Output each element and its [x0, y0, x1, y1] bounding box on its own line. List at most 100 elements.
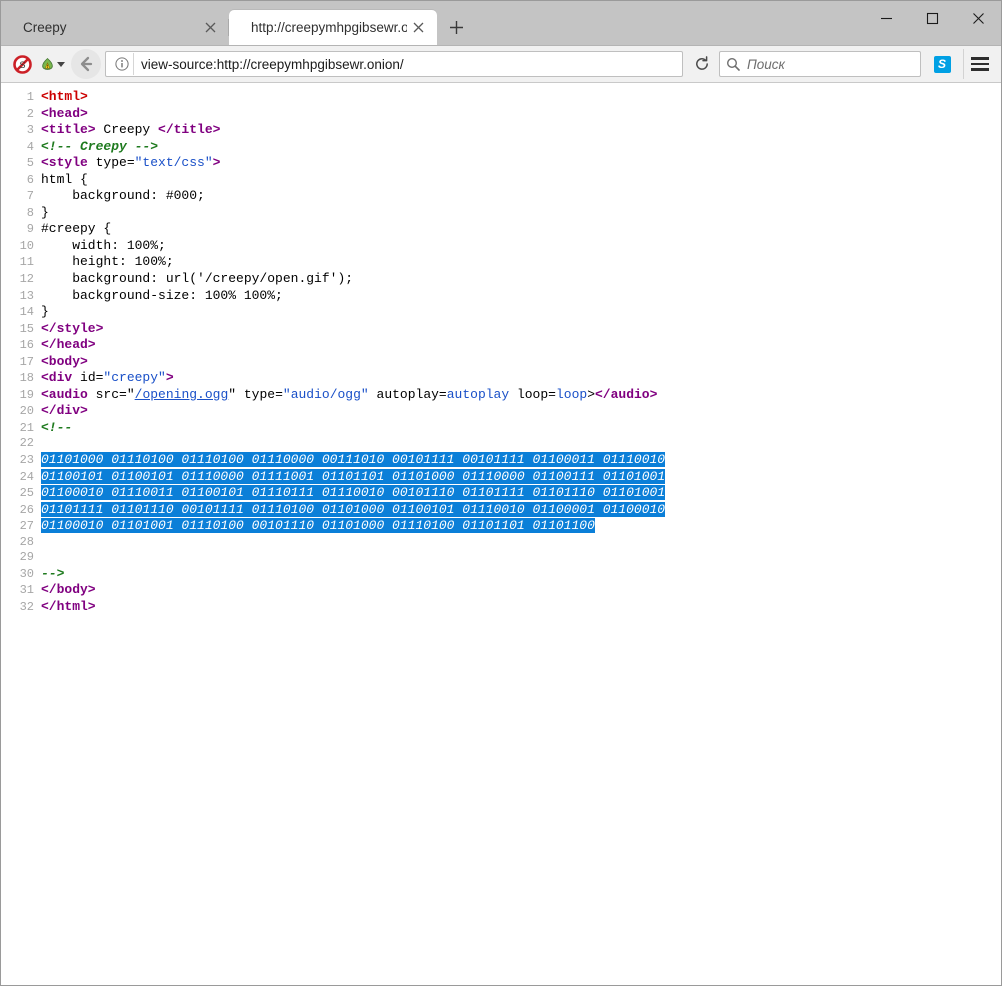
- site-identity-button[interactable]: [110, 53, 134, 75]
- selected-binary-text: 01101111 01101110 00101111 01110100 0110…: [41, 502, 665, 517]
- line-content: width: 100%;: [41, 238, 166, 254]
- navigation-toolbar: S: [1, 46, 1001, 83]
- source-text: #creepy {: [41, 221, 111, 236]
- noscript-icon: S: [13, 55, 32, 74]
- source-line: 20</div>: [1, 403, 1001, 420]
- source-line: 11 height: 100%;: [1, 254, 1001, 271]
- search-icon: [726, 57, 740, 71]
- source-token: <body>: [41, 354, 88, 369]
- line-content: </html>: [41, 599, 96, 615]
- line-number: 1: [1, 90, 41, 106]
- line-content: background-size: 100% 100%;: [41, 288, 283, 304]
- menu-button[interactable]: [963, 49, 995, 79]
- source-token: </body>: [41, 582, 96, 597]
- source-token: </audio>: [595, 387, 657, 402]
- selected-binary-text: 01100010 01101001 01110100 00101110 0110…: [41, 518, 595, 533]
- tab-close-icon[interactable]: [407, 17, 429, 39]
- source-comment: <!--: [41, 420, 72, 435]
- line-number: 5: [1, 156, 41, 172]
- url-text: view-source:http://creepymhpgibsewr.onio…: [141, 57, 680, 72]
- noscript-button[interactable]: S: [7, 49, 37, 79]
- source-token: <style: [41, 155, 96, 170]
- source-text: }: [41, 205, 49, 220]
- source-line: 32</html>: [1, 599, 1001, 616]
- source-token: </div>: [41, 403, 88, 418]
- source-text: ": [127, 387, 135, 402]
- hamburger-menu-icon: [971, 68, 989, 71]
- tab-creepy[interactable]: Creepy: [1, 10, 229, 45]
- source-token: <audio: [41, 387, 96, 402]
- source-line: 9#creepy {: [1, 221, 1001, 238]
- line-number: 19: [1, 388, 41, 404]
- source-text: }: [41, 304, 49, 319]
- source-text: type=: [236, 387, 283, 402]
- source-line: 29: [1, 550, 1001, 566]
- tab-close-icon[interactable]: [199, 17, 221, 39]
- source-token: </style>: [41, 321, 103, 336]
- reload-button[interactable]: [689, 51, 715, 77]
- info-circle-icon: [115, 57, 129, 71]
- source-line: 31</body>: [1, 582, 1001, 599]
- source-text: autoplay=: [369, 387, 447, 402]
- source-line: 13 background-size: 100% 100%;: [1, 288, 1001, 305]
- skype-button[interactable]: S: [927, 49, 957, 79]
- search-bar[interactable]: Поиск: [719, 51, 921, 77]
- line-content: <body>: [41, 354, 88, 370]
- source-text: type=: [96, 155, 135, 170]
- source-line: 12 background: url('/creepy/open.gif');: [1, 271, 1001, 288]
- line-number: 23: [1, 453, 41, 469]
- line-number: 17: [1, 355, 41, 371]
- onion-icon: [41, 54, 54, 74]
- back-button[interactable]: [71, 49, 101, 79]
- source-token: autoplay: [447, 387, 509, 402]
- url-bar[interactable]: view-source:http://creepymhpgibsewr.onio…: [105, 51, 683, 77]
- line-content: </body>: [41, 582, 96, 598]
- source-token: loop: [556, 387, 587, 402]
- tab-strip: Creepy http://creepymhpgibsewr.oni...: [1, 1, 1001, 46]
- plus-icon: [449, 20, 464, 35]
- line-number: 20: [1, 404, 41, 420]
- line-number: 7: [1, 189, 41, 205]
- skype-icon: S: [934, 56, 951, 73]
- line-content: <html>: [41, 89, 88, 105]
- source-code-view[interactable]: 1<html>2<head>3<title> Creepy </title>4<…: [1, 83, 1001, 986]
- source-line: 18<div id="creepy">: [1, 370, 1001, 387]
- minimize-button[interactable]: [863, 1, 909, 35]
- source-line: 14}: [1, 304, 1001, 321]
- line-number: 3: [1, 123, 41, 139]
- line-number: 31: [1, 583, 41, 599]
- source-token: </html>: [41, 599, 96, 614]
- svg-text:S: S: [19, 60, 25, 70]
- close-button[interactable]: [955, 1, 1001, 35]
- line-content: <title> Creepy </title>: [41, 122, 220, 138]
- line-content: </style>: [41, 321, 103, 337]
- source-link[interactable]: /opening.ogg: [135, 387, 229, 402]
- line-number: 21: [1, 421, 41, 437]
- selected-binary-text: 01100010 01110011 01100101 01110111 0111…: [41, 485, 665, 500]
- source-text: background-size: 100% 100%;: [41, 288, 283, 303]
- source-token: <head>: [41, 106, 88, 121]
- source-token: >: [213, 155, 221, 170]
- line-content: background: url('/creepy/open.gif');: [41, 271, 353, 287]
- maximize-icon: [926, 12, 939, 25]
- hamburger-menu-icon: [971, 57, 989, 60]
- line-number: 22: [1, 436, 41, 452]
- new-tab-button[interactable]: [439, 10, 473, 44]
- source-line: 2601101111 01101110 00101111 01110100 01…: [1, 502, 1001, 519]
- window-controls: [863, 1, 1001, 35]
- line-number: 13: [1, 289, 41, 305]
- line-number: 26: [1, 503, 41, 519]
- line-content: }: [41, 205, 49, 221]
- hamburger-menu-icon: [971, 63, 989, 66]
- source-line: 19<audio src="/opening.ogg" type="audio/…: [1, 387, 1001, 404]
- line-number: 32: [1, 600, 41, 616]
- line-number: 25: [1, 486, 41, 502]
- maximize-button[interactable]: [909, 1, 955, 35]
- torbutton[interactable]: [37, 49, 67, 79]
- tab-view-source[interactable]: http://creepymhpgibsewr.oni...: [229, 10, 437, 45]
- source-text: html {: [41, 172, 88, 187]
- line-number: 11: [1, 255, 41, 271]
- line-content: <head>: [41, 106, 88, 122]
- line-number: 27: [1, 519, 41, 535]
- search-input[interactable]: Поиск: [747, 57, 785, 72]
